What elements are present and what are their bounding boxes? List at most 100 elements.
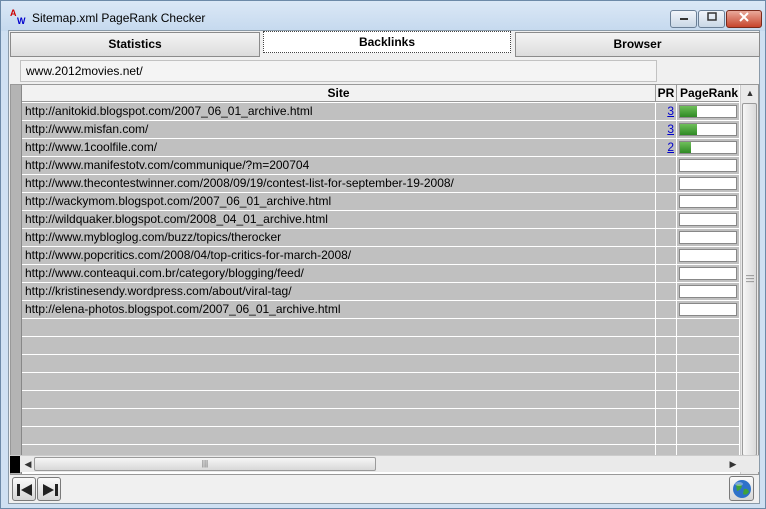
pr-cell: [657, 211, 677, 228]
table-row[interactable]: http://www.misfan.com/3: [22, 121, 739, 139]
site-cell: http://anitokid.blogspot.com/2007_06_01_…: [22, 103, 656, 120]
table-row[interactable]: http://wackymom.blogspot.com/2007_06_01_…: [22, 193, 739, 211]
site-cell: [22, 337, 656, 354]
globe-button[interactable]: [729, 476, 754, 501]
table-row[interactable]: http://kristinesendy.wordpress.com/about…: [22, 283, 739, 301]
table-row[interactable]: http://wildquaker.blogspot.com/2008_04_0…: [22, 211, 739, 229]
horizontal-scroll-thumb[interactable]: |||: [34, 457, 376, 471]
site-cell: http://wackymom.blogspot.com/2007_06_01_…: [22, 193, 656, 210]
pr-cell: [657, 355, 677, 372]
site-cell: http://kristinesendy.wordpress.com/about…: [22, 283, 656, 300]
pagerank-bar: [679, 195, 737, 208]
pr-cell: [657, 229, 677, 246]
table-row[interactable]: http://www.thecontestwinner.com/2008/09/…: [22, 175, 739, 193]
pr-cell: [657, 337, 677, 354]
app-window: AW Sitemap.xml PageRank Checker Statisti…: [0, 0, 766, 509]
site-cell: http://www.mybloglog.com/buzz/topics/the…: [22, 229, 656, 246]
backlinks-table: Site PR PageRank http://anitokid.blogspo…: [10, 84, 759, 475]
scroll-corner: [10, 456, 20, 473]
site-cell: [22, 373, 656, 390]
scroll-right-icon[interactable]: ▶: [725, 456, 741, 473]
column-header-pr[interactable]: PR: [656, 85, 677, 102]
pr-link[interactable]: 2: [667, 140, 674, 154]
pr-cell: [657, 319, 677, 336]
empty-table-row: [22, 409, 739, 427]
pagerank-bar-fill: [680, 106, 697, 117]
vertical-scrollbar[interactable]: ▲ ——— ▼: [740, 85, 758, 474]
table-row[interactable]: http://elena-photos.blogspot.com/2007_06…: [22, 301, 739, 319]
pr-link[interactable]: 3: [667, 122, 674, 136]
back-arrow-icon: [17, 484, 32, 496]
pr-cell: [657, 301, 677, 318]
pr-link[interactable]: 3: [667, 104, 674, 118]
table-header: Site PR PageRank: [22, 85, 739, 102]
pagerank-bar: [679, 105, 737, 118]
pagerank-bar-fill: [680, 124, 697, 135]
globe-icon: [733, 480, 751, 498]
site-cell: [22, 427, 656, 444]
empty-table-row: [22, 391, 739, 409]
back-button[interactable]: [12, 477, 36, 501]
table-row[interactable]: http://www.mybloglog.com/buzz/topics/the…: [22, 229, 739, 247]
vertical-scroll-thumb[interactable]: — — —: [742, 103, 757, 456]
column-header-pagerank[interactable]: PageRank: [678, 85, 738, 102]
app-aw-icon: AW: [10, 8, 26, 26]
site-cell: http://www.popcritics.com/2008/04/top-cr…: [22, 247, 656, 264]
empty-table-row: [22, 427, 739, 445]
pr-cell: [657, 157, 677, 174]
row-header-gutter: [11, 85, 22, 474]
window-title: Sitemap.xml PageRank Checker: [32, 11, 206, 25]
pr-cell: [657, 283, 677, 300]
pagerank-bar: [679, 177, 737, 190]
forward-button[interactable]: [37, 477, 61, 501]
horizontal-scrollbar[interactable]: ◀ ||| ▶: [10, 455, 759, 473]
maximize-button[interactable]: [698, 10, 725, 28]
title-bar[interactable]: AW Sitemap.xml PageRank Checker: [1, 1, 765, 31]
site-cell: [22, 355, 656, 372]
empty-table-row: [22, 337, 739, 355]
table-row[interactable]: http://www.manifestotv.com/communique/?m…: [22, 157, 739, 175]
minimize-button[interactable]: [670, 10, 697, 28]
site-cell: http://www.thecontestwinner.com/2008/09/…: [22, 175, 656, 192]
pr-cell: [657, 427, 677, 444]
pagerank-bar: [679, 159, 737, 172]
site-cell: http://www.misfan.com/: [22, 121, 656, 138]
pagerank-bar: [679, 231, 737, 244]
forward-arrow-icon: [43, 484, 58, 496]
pagerank-bar: [679, 249, 737, 262]
tab-backlinks[interactable]: Backlinks: [263, 31, 511, 53]
pr-cell: [657, 175, 677, 192]
pr-cell: 3: [657, 103, 677, 120]
pagerank-bar: [679, 267, 737, 280]
pr-cell: 3: [657, 121, 677, 138]
table-row[interactable]: http://anitokid.blogspot.com/2007_06_01_…: [22, 103, 739, 121]
tab-browser[interactable]: Browser: [515, 32, 760, 57]
url-field[interactable]: www.2012movies.net/: [20, 60, 657, 82]
pagerank-bar: [679, 303, 737, 316]
close-icon: [739, 12, 749, 22]
column-header-site[interactable]: Site: [22, 85, 656, 102]
pr-cell: [657, 247, 677, 264]
pr-cell: [657, 409, 677, 426]
main-panel: Statistics Backlinks Browser www.2012mov…: [8, 30, 760, 504]
pagerank-bar: [679, 123, 737, 136]
table-body: http://anitokid.blogspot.com/2007_06_01_…: [22, 103, 739, 463]
site-cell: http://www.1coolfile.com/: [22, 139, 656, 156]
table-row[interactable]: http://www.1coolfile.com/2: [22, 139, 739, 157]
tab-statistics[interactable]: Statistics: [10, 32, 260, 57]
close-button[interactable]: [726, 10, 762, 28]
pr-cell: 2: [657, 139, 677, 156]
table-row[interactable]: http://www.conteaqui.com.br/category/blo…: [22, 265, 739, 283]
table-row[interactable]: http://www.popcritics.com/2008/04/top-cr…: [22, 247, 739, 265]
pr-cell: [657, 373, 677, 390]
pr-cell: [657, 391, 677, 408]
pagerank-bar: [679, 213, 737, 226]
grip-icon: — — —: [746, 271, 754, 286]
site-cell: http://www.manifestotv.com/communique/?m…: [22, 157, 656, 174]
site-cell: [22, 391, 656, 408]
site-cell: [22, 319, 656, 336]
pagerank-bar: [679, 141, 737, 154]
pagerank-bar: [679, 285, 737, 298]
site-cell: http://elena-photos.blogspot.com/2007_06…: [22, 301, 656, 318]
scroll-up-icon[interactable]: ▲: [741, 85, 758, 102]
